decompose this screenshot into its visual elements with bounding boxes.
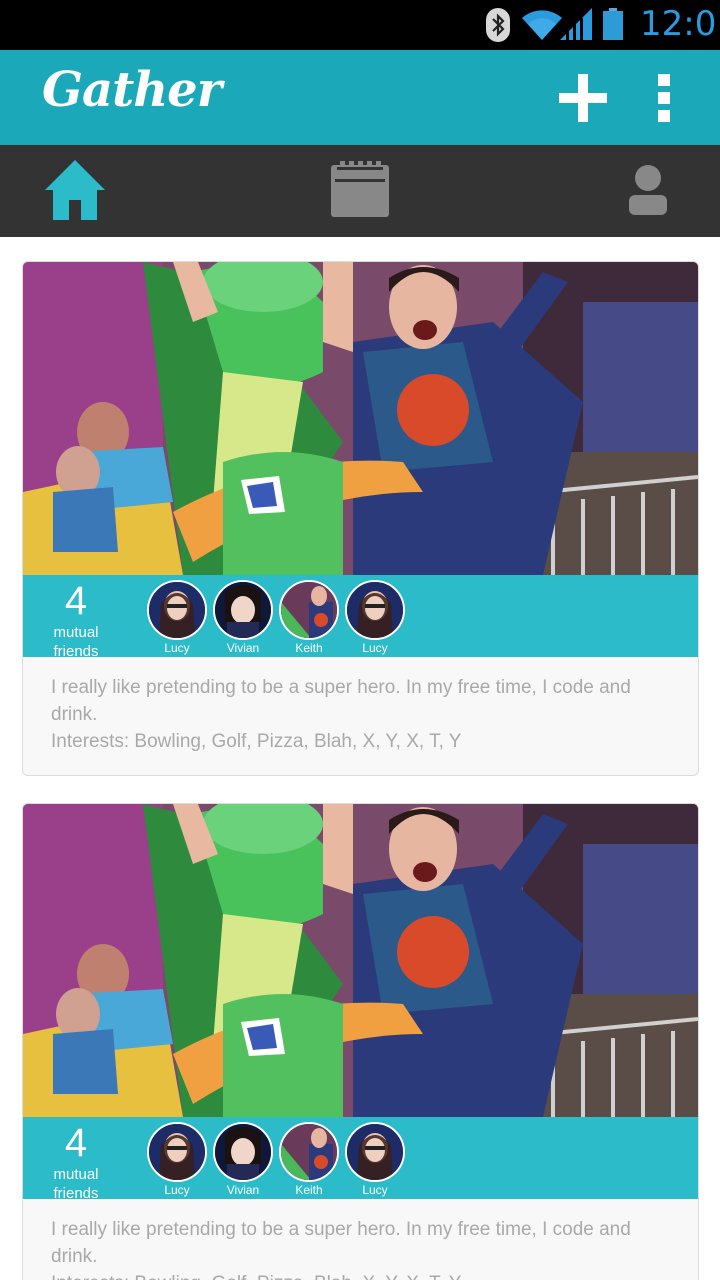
home-icon [45,160,105,220]
friend-avatar[interactable]: Vivian [213,1122,273,1197]
battery-icon [603,8,623,40]
interests-text: Interests: Bowling, Golf, Pizza, Blah, X… [51,1270,681,1280]
avatar [279,580,339,640]
avatar [213,580,273,640]
friend-avatar[interactable]: Lucy [345,580,405,655]
overflow-menu-icon[interactable] [652,74,676,122]
tab-calendar[interactable] [326,145,396,237]
profile-photo [23,262,698,575]
mutual-friends-count: 4 mutual friends [53,579,99,660]
friend-avatar[interactable]: Vivian [213,580,273,655]
tab-home[interactable] [40,145,110,237]
friend-avatar[interactable]: Lucy [147,1122,207,1197]
avatar [345,580,405,640]
mutual-friends-bar: 4 mutual friends Lucy Vivian Keith Lucy [23,1117,698,1202]
avatar [345,1122,405,1182]
profile-icon [629,165,667,215]
calendar-icon [331,161,389,217]
mutual-friends-bar: 4 mutual friends Lucy Vivian Keith Lucy [23,575,698,660]
mutual-friends-count: 4 mutual friends [53,1121,99,1202]
friend-avatar[interactable]: Keith [279,580,339,655]
interests-text: Interests: Bowling, Golf, Pizza, Blah, X… [51,731,462,752]
clock-text: 12:0 [640,4,717,44]
profile-photo [23,804,698,1117]
friend-avatar[interactable]: Lucy [147,580,207,655]
profile-description: I really like pretending to be a super h… [51,674,681,755]
profile-card[interactable]: 4 mutual friends Lucy Vivian Keith Lucy … [22,803,699,1280]
avatar [147,1122,207,1182]
add-icon[interactable] [559,74,607,122]
bio-text: I really like pretending to be a super h… [51,677,631,725]
signal-icon [560,8,592,40]
avatar [147,580,207,640]
bluetooth-icon [486,8,510,42]
profile-description: I really like pretending to be a super h… [51,1216,681,1280]
app-bar: Gather [0,50,720,145]
tab-bar [0,145,720,237]
status-bar: 12:0 [0,0,720,50]
friend-avatar[interactable]: Keith [279,1122,339,1197]
avatar [279,1122,339,1182]
profile-card[interactable]: 4 mutual friends Lucy Vivian Keith Lucy … [22,261,699,776]
tab-profile[interactable] [620,145,680,237]
app-title: Gather [42,62,222,118]
wifi-icon [522,10,562,40]
friend-avatar[interactable]: Lucy [345,1122,405,1197]
avatar [213,1122,273,1182]
bio-text: I really like pretending to be a super h… [51,1219,631,1267]
